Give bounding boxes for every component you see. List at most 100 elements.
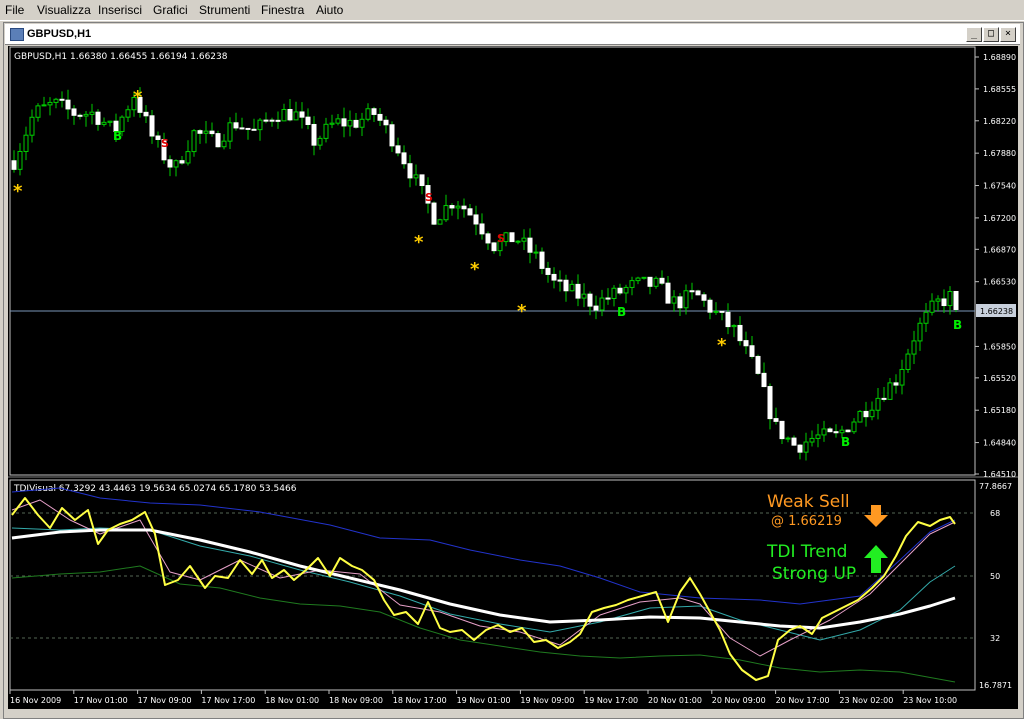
- candle-body: [215, 133, 221, 148]
- candle-body: [923, 311, 929, 324]
- star-signal-icon: *: [517, 301, 527, 322]
- candle-body: [761, 372, 767, 388]
- price-tick-label: 1.67540: [983, 182, 1016, 191]
- tdi-trend-status: Strong UP: [772, 564, 856, 584]
- candle-body: [821, 428, 827, 436]
- candle-body: [413, 174, 419, 179]
- price-header: GBPUSD,H1 1.66380 1.66455 1.66194 1.6623…: [14, 52, 228, 62]
- candle-body: [95, 111, 101, 125]
- candle-body: [209, 130, 215, 135]
- candle-body: [287, 109, 293, 121]
- candle-body: [917, 322, 923, 342]
- candle-body: [149, 115, 155, 137]
- candle-body: [395, 145, 401, 154]
- candle-body: [737, 324, 743, 342]
- candle-body: [539, 251, 545, 269]
- time-tick-label: 17 Nov 17:00: [201, 696, 255, 705]
- candle-body: [827, 428, 833, 433]
- candle-body: [767, 386, 773, 420]
- tdi-level-label: 50: [990, 572, 1000, 581]
- tdi-trend-label: TDI Trend: [766, 542, 847, 562]
- candle-body: [197, 130, 203, 134]
- candle-body: [551, 273, 557, 281]
- price-tick-label: 1.65180: [983, 406, 1016, 415]
- candle-body: [101, 121, 107, 125]
- candle-body: [647, 276, 653, 287]
- candle-body: [653, 277, 659, 287]
- candle-body: [515, 240, 521, 243]
- candle-body: [17, 150, 23, 170]
- candle-body: [263, 119, 269, 122]
- candle-body: [245, 127, 251, 130]
- chart-canvas[interactable]: GBPUSD,H1 1.66380 1.66455 1.66194 1.6623…: [0, 0, 1024, 717]
- candle-body: [443, 205, 449, 221]
- candle-body: [677, 296, 683, 309]
- candle-body: [419, 174, 425, 187]
- star-signal-icon: *: [414, 232, 424, 253]
- candle-body: [941, 298, 947, 307]
- candle-body: [605, 297, 611, 300]
- candle-body: [275, 119, 281, 122]
- candle-body: [851, 421, 857, 433]
- price-tick-label: 1.68220: [983, 117, 1016, 126]
- candle-body: [557, 279, 563, 282]
- time-tick-label: 20 Nov 17:00: [776, 696, 830, 705]
- candle-body: [911, 340, 917, 355]
- candle-body: [365, 108, 371, 120]
- candle-body: [839, 429, 845, 434]
- candle-body: [563, 279, 569, 292]
- time-tick-label: 18 Nov 01:00: [265, 696, 319, 705]
- star-signal-icon: *: [470, 259, 480, 280]
- candle-body: [401, 152, 407, 165]
- buy-signal-label: B: [953, 318, 962, 332]
- candle-body: [185, 151, 191, 164]
- candle-body: [77, 114, 83, 117]
- candle-body: [635, 277, 641, 282]
- candle-body: [899, 368, 905, 386]
- candle-body: [299, 111, 305, 118]
- candle-body: [455, 205, 461, 209]
- price-tick-label: 1.66870: [983, 245, 1016, 254]
- weak-sell-price: @ 1.66219: [771, 514, 842, 529]
- candle-body: [323, 123, 329, 139]
- candle-body: [833, 431, 839, 434]
- time-tick-label: 19 Nov 09:00: [520, 696, 574, 705]
- candle-body: [11, 160, 17, 170]
- candle-body: [203, 130, 209, 134]
- candle-body: [371, 108, 377, 115]
- tdi-level-label: 68: [990, 509, 1000, 518]
- price-tick-label: 1.65520: [983, 374, 1016, 383]
- time-tick-label: 19 Nov 01:00: [457, 696, 511, 705]
- candle-body: [257, 119, 263, 131]
- candle-body: [545, 267, 551, 275]
- candle-body: [521, 237, 527, 242]
- candle-body: [293, 111, 299, 121]
- candle-body: [785, 437, 791, 440]
- candle-body: [629, 280, 635, 288]
- candle-body: [83, 113, 89, 117]
- candle-body: [107, 120, 113, 123]
- candle-body: [731, 324, 737, 328]
- candle-body: [377, 113, 383, 121]
- candle-body: [407, 163, 413, 179]
- chart-background: [8, 46, 1018, 709]
- candle-body: [191, 130, 197, 153]
- price-tick-label: 1.66530: [983, 278, 1016, 287]
- candle-body: [773, 418, 779, 422]
- candle-body: [269, 119, 275, 122]
- candle-body: [743, 340, 749, 347]
- candle-body: [347, 119, 353, 127]
- candle-body: [383, 119, 389, 126]
- candle-body: [695, 290, 701, 296]
- candle-body: [239, 127, 245, 130]
- candle-body: [71, 108, 77, 116]
- candle-body: [935, 298, 941, 302]
- candle-body: [359, 118, 365, 128]
- candle-body: [335, 118, 341, 124]
- candle-body: [167, 159, 173, 168]
- candle-body: [485, 233, 491, 244]
- tdi-level-label: 32: [990, 634, 1000, 643]
- candle-body: [707, 299, 713, 313]
- time-tick-label: 18 Nov 17:00: [393, 696, 447, 705]
- time-tick-label: 23 Nov 02:00: [839, 696, 893, 705]
